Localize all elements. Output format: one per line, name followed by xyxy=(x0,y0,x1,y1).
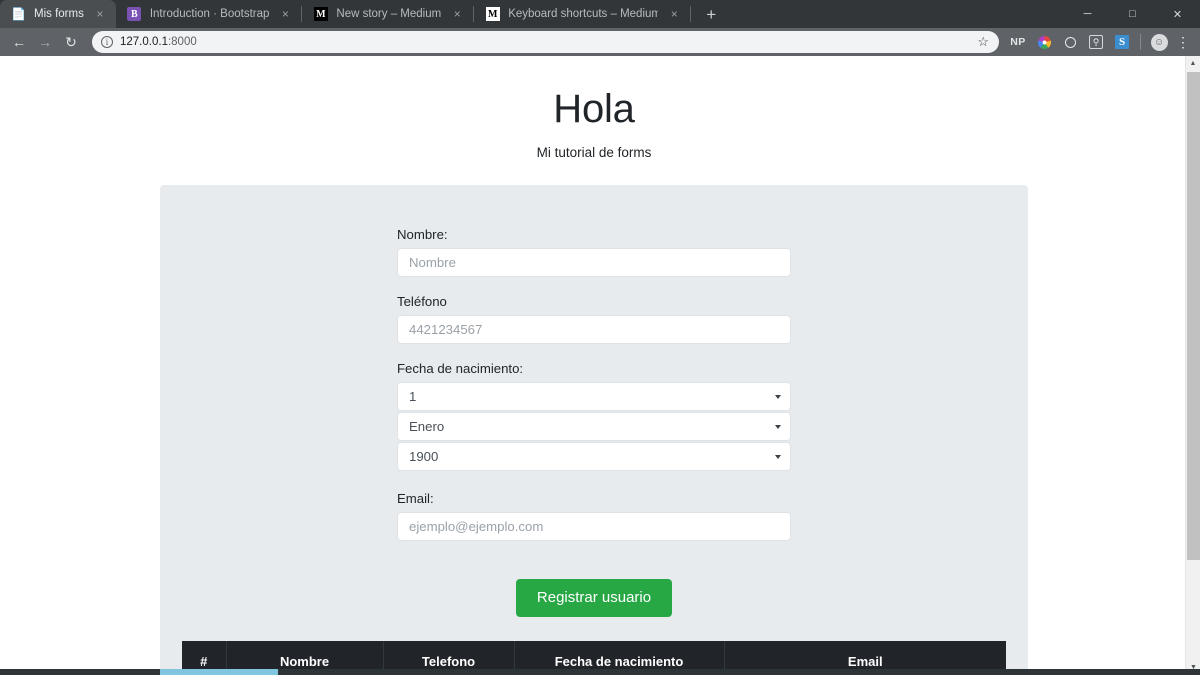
tab-new-story-medium[interactable]: M New story – Medium × xyxy=(302,0,473,28)
scroll-up-arrow-icon[interactable]: ▲ xyxy=(1186,56,1200,71)
tab-strip: 📄 Mis forms × B Introduction · Bootstrap… xyxy=(0,0,1200,28)
tab-title: Keyboard shortcuts – Medium Su xyxy=(508,8,659,20)
nombre-label: Nombre: xyxy=(397,227,448,242)
forward-icon[interactable]: → xyxy=(32,30,58,54)
year-select-wrapper[interactable]: 1900 xyxy=(397,442,791,471)
address-bar[interactable]: i 127.0.0.1:8000 ☆ xyxy=(92,31,999,53)
bookmark-star-icon[interactable]: ☆ xyxy=(975,34,991,50)
tab-close-icon[interactable]: × xyxy=(449,6,465,22)
email-label: Email: xyxy=(397,491,434,506)
page-scrollbar[interactable]: ▲ ▼ xyxy=(1185,56,1200,675)
scrollbar-thumb[interactable] xyxy=(1187,72,1200,560)
month-select-wrapper[interactable]: Enero xyxy=(397,412,791,441)
users-table: # Nombre Telefono Fecha de nacimiento Em… xyxy=(182,641,1006,671)
browser-window: 📄 Mis forms × B Introduction · Bootstrap… xyxy=(0,0,1200,675)
url-text: 127.0.0.1:8000 xyxy=(120,36,197,48)
month-select[interactable]: Enero xyxy=(397,412,791,441)
tab-close-icon[interactable]: × xyxy=(666,6,682,22)
bottom-edge-strip xyxy=(0,669,1200,675)
year-select-value: 1900 xyxy=(409,449,439,464)
users-table-wrapper: # Nombre Telefono Fecha de nacimiento Em… xyxy=(182,641,1006,671)
bootstrap-icon: B xyxy=(127,7,142,22)
window-controls: ─ □ ✕ xyxy=(1065,0,1200,28)
tab-title: Mis forms xyxy=(34,8,84,20)
color-wheel-extension-icon[interactable] xyxy=(1031,29,1057,55)
reload-icon[interactable]: ↻ xyxy=(58,30,84,54)
registrar-usuario-button[interactable]: Registrar usuario xyxy=(515,579,673,617)
url-host: 127.0.0.1 xyxy=(120,36,168,48)
year-select[interactable]: 1900 xyxy=(397,442,791,471)
month-select-value: Enero xyxy=(409,419,445,434)
col-header-nombre[interactable]: Nombre xyxy=(226,641,384,671)
col-header-fecha-nacimiento[interactable]: Fecha de nacimiento xyxy=(514,641,725,671)
tab-title: New story – Medium xyxy=(336,8,442,20)
medium-light-icon: M xyxy=(485,7,500,22)
omnibox-actions: ☆ xyxy=(975,34,991,50)
np-extension-icon[interactable]: NP xyxy=(1005,29,1031,55)
web-page: Hola Mi tutorial de forms Nombre: Teléfo… xyxy=(0,56,1188,671)
submit-row: Registrar usuario xyxy=(397,558,791,641)
form-panel: Nombre: Teléfono Fecha de nacimiento: 1 xyxy=(160,185,1028,671)
tab-introduction-bootstrap[interactable]: B Introduction · Bootstrap × xyxy=(116,0,302,28)
nombre-input[interactable] xyxy=(397,248,791,277)
maximize-icon[interactable]: □ xyxy=(1110,0,1155,28)
bottom-edge-highlight xyxy=(160,669,278,675)
avatar[interactable]: ☺ xyxy=(1146,29,1172,55)
day-select[interactable]: 1 xyxy=(397,382,791,411)
field-group-telefono: Teléfono xyxy=(397,294,791,344)
document-icon: 📄 xyxy=(11,7,26,21)
tab-title: Introduction · Bootstrap xyxy=(149,8,270,20)
telefono-label: Teléfono xyxy=(397,294,447,309)
registration-form: Nombre: Teléfono Fecha de nacimiento: 1 xyxy=(397,227,791,641)
toolbar-divider xyxy=(1140,34,1141,50)
chevron-down-icon xyxy=(775,454,781,459)
back-icon[interactable]: ← xyxy=(6,30,32,54)
circle-extension-icon[interactable] xyxy=(1057,29,1083,55)
day-select-value: 1 xyxy=(409,389,417,404)
tab-close-icon[interactable]: × xyxy=(92,6,108,22)
page-title: Hola xyxy=(553,87,635,131)
col-header-telefono[interactable]: Telefono xyxy=(383,641,515,671)
col-header-index[interactable]: # xyxy=(182,641,227,671)
chevron-down-icon xyxy=(775,424,781,429)
tab-keyboard-shortcuts-medium[interactable]: M Keyboard shortcuts – Medium Su × xyxy=(474,0,690,28)
medium-dark-icon: M xyxy=(313,7,328,22)
field-group-email: Email: xyxy=(397,491,791,541)
browser-toolbar: ← → ↻ i 127.0.0.1:8000 ☆ NP ⚲ S ☺ ⋮ xyxy=(0,28,1200,56)
page-subtitle: Mi tutorial de forms xyxy=(536,145,652,160)
tab-divider xyxy=(690,6,692,22)
close-window-icon[interactable]: ✕ xyxy=(1155,0,1200,28)
url-port: :8000 xyxy=(167,36,197,48)
tab-close-icon[interactable]: × xyxy=(277,6,293,22)
s-extension-icon[interactable]: S xyxy=(1109,29,1135,55)
field-group-fecha-nacimiento: Fecha de nacimiento: 1 Enero 1900 xyxy=(397,361,791,471)
users-table-head: # Nombre Telefono Fecha de nacimiento Em… xyxy=(182,641,1006,671)
fecha-nacimiento-label: Fecha de nacimiento: xyxy=(397,361,524,376)
email-input[interactable] xyxy=(397,512,791,541)
minimize-icon[interactable]: ─ xyxy=(1065,0,1110,28)
table-header-row: # Nombre Telefono Fecha de nacimiento Em… xyxy=(182,641,1006,671)
telefono-input[interactable] xyxy=(397,315,791,344)
extensions-area: NP ⚲ S ☺ ⋮ xyxy=(1005,29,1194,55)
field-group-nombre: Nombre: xyxy=(397,227,791,277)
site-info-icon[interactable]: i xyxy=(101,36,113,48)
day-select-wrapper[interactable]: 1 xyxy=(397,382,791,411)
lightbulb-extension-icon[interactable]: ⚲ xyxy=(1083,29,1109,55)
new-tab-button[interactable]: + xyxy=(697,0,725,28)
page-viewport: Hola Mi tutorial de forms Nombre: Teléfo… xyxy=(0,56,1200,671)
chevron-down-icon xyxy=(775,394,781,399)
col-header-email[interactable]: Email xyxy=(724,641,1006,671)
page-header: Hola Mi tutorial de forms xyxy=(0,56,1188,160)
tab-mis-forms[interactable]: 📄 Mis forms × xyxy=(0,0,116,28)
chrome-menu-icon[interactable]: ⋮ xyxy=(1172,29,1194,55)
